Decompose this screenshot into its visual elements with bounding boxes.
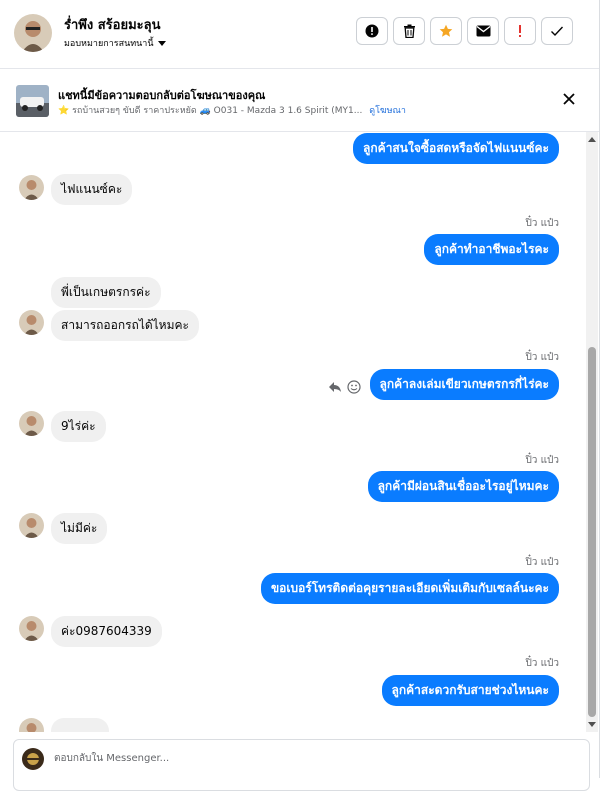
close-icon [563,93,575,105]
message-incoming[interactable]: พี่เป็นเกษตรกรค่ะ [51,277,161,308]
envelope-icon [476,25,490,37]
contact-name: ร่ำพึง สร้อยมะลุน [64,18,161,33]
chevron-down-icon [157,40,166,46]
mark-spam-button[interactable] [356,17,388,45]
scroll-down-arrow-icon[interactable] [588,722,596,727]
conversation-header: ร่ำพึง สร้อยมะลุน มอบหมายการสนทนานี้ [0,0,599,69]
star-button[interactable] [430,17,462,45]
message-incoming[interactable]: สามารถออกรถได้ไหมคะ [51,310,199,341]
assign-conversation-dropdown[interactable]: มอบหมายการสนทนานี้ [64,36,166,50]
message-incoming[interactable]: ค่ะ0987604339 [51,616,162,647]
message-incoming[interactable]: ไฟแนนซ์คะ [51,174,133,205]
avatar [19,175,44,200]
avatar [19,411,44,436]
assign-label: มอบหมายการสนทนานี้ [64,39,154,49]
view-ad-link[interactable]: ดูโฆษณา [369,106,406,116]
scroll-up-arrow-icon[interactable] [588,137,596,142]
trash-icon [403,24,415,38]
avatar[interactable] [14,14,52,52]
conversation-panel: ร่ำพึง สร้อยมะลุน มอบหมายการสนทนานี้ แชท… [0,0,600,791]
message-outgoing[interactable]: ขอเบอร์โทรติดต่อคุยรายละเอียดเพิ่มเติมกั… [260,573,559,604]
avatar [19,718,44,732]
ad-banner-subtitle: ⭐ รถบ้านสวยๆ ขับดี ราคาประหยัด 🚙 O031 - … [58,103,406,117]
follow-up-button[interactable] [504,17,536,45]
message-outgoing[interactable]: ลูกค้าสะดวกรับสายช่วงไหนคะ [381,675,559,706]
sender-name: ปิ๋ว แป๋ว [525,218,559,229]
ad-thumbnail [16,85,49,117]
emoji-icon[interactable] [347,380,361,394]
page-avatar [22,748,44,770]
ad-description: ⭐ รถบ้านสวยๆ ขับดี ราคาประหยัด 🚙 O031 - … [58,106,363,116]
ad-banner-title: แชทนี้มีข้อความตอบกลับต่อโฆษณาของคุณ [58,89,266,102]
reply-composer [13,739,590,791]
scrollbar-thumb[interactable] [588,347,596,717]
avatar [19,310,44,335]
mark-done-button[interactable] [541,17,573,45]
alert-circle-icon [365,24,379,38]
close-banner-button[interactable] [561,91,577,107]
message-outgoing[interactable]: ลูกค้ามีผ่อนสินเชื่ออะไรอยู่ไหมคะ [367,471,559,502]
thread-scrollbar[interactable] [586,132,598,732]
exclamation-icon [519,25,521,37]
message-incoming[interactable]: 9ไร่ค่ะ [51,411,106,442]
sender-name: ปิ๋ว แป๋ว [525,352,559,363]
star-icon [439,24,453,37]
delete-button[interactable] [393,17,425,45]
message-outgoing[interactable]: ลูกค้าสนใจซื้อสดหรือจัดไฟแนนซ์คะ [353,133,559,164]
message-outgoing[interactable]: ลูกค้าลงเล่มเขียวเกษตรกรกี่ไร่คะ [369,369,559,400]
reply-icon[interactable] [328,381,342,393]
reply-input[interactable] [52,752,356,765]
message-outgoing[interactable]: ลูกค้าทำอาชีพอะไรคะ [424,234,559,265]
check-icon [551,26,564,37]
mark-unread-button[interactable] [467,17,499,45]
message-hover-tools [328,380,361,394]
sender-name: ปิ๋ว แป๋ว [525,557,559,568]
avatar [19,616,44,641]
sender-name: ปิ๋ว แป๋ว [525,658,559,669]
ad-reply-banner: แชทนี้มีข้อความตอบกลับต่อโฆษณาของคุณ ⭐ ร… [0,69,599,132]
message-incoming-partial[interactable] [51,718,109,732]
avatar [19,513,44,538]
header-actions [356,17,573,45]
message-thread[interactable]: ลูกค้าสนใจซื้อสดหรือจัดไฟแนนซ์คะ ไฟแนนซ์… [0,132,599,732]
message-incoming[interactable]: ไม่มีค่ะ [51,513,108,544]
sender-name: ปิ๋ว แป๋ว [525,455,559,466]
